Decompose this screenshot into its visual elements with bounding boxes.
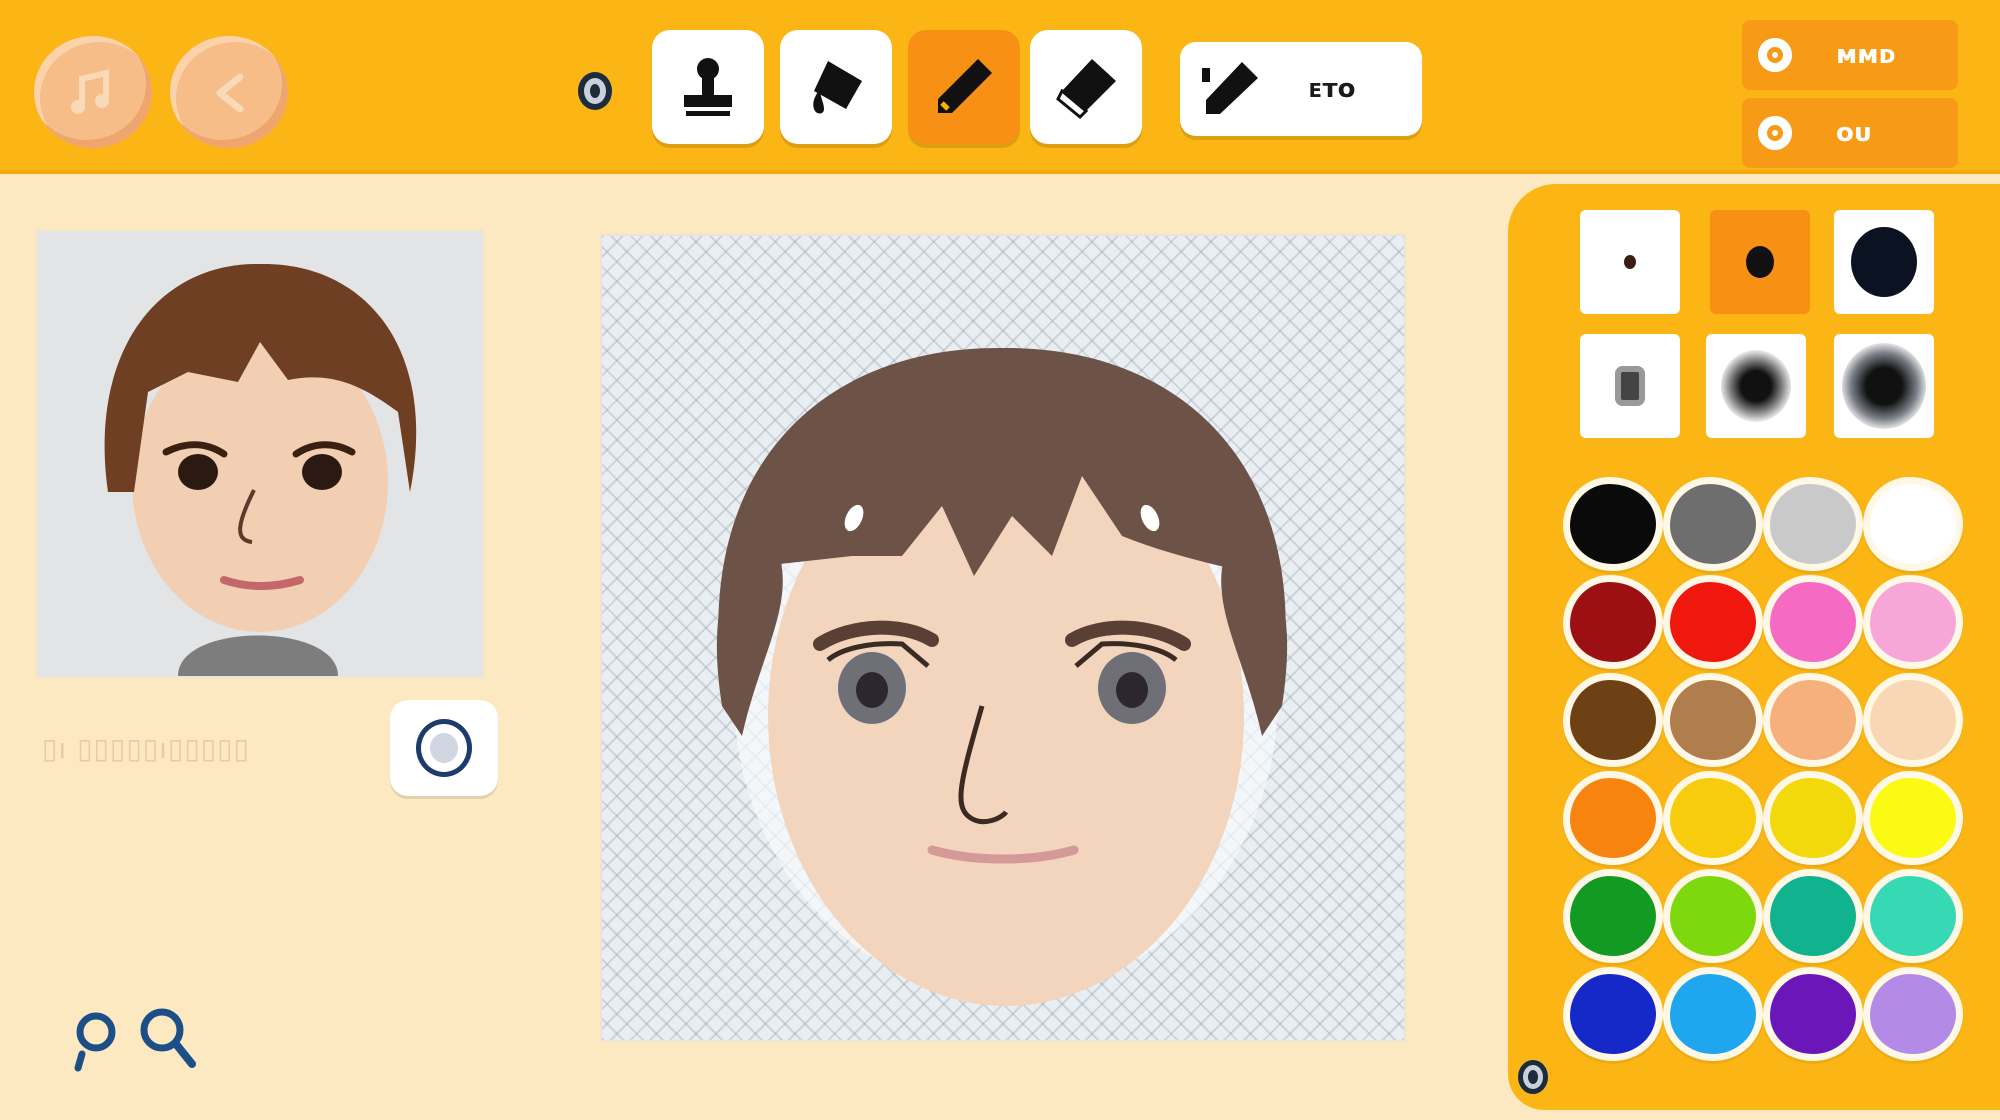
brush-size-small[interactable]	[1580, 210, 1680, 314]
avatar-preview	[36, 230, 484, 678]
rotate-view-button[interactable]	[390, 700, 498, 796]
color-swatch[interactable]	[1870, 582, 1956, 662]
brush-size-medium[interactable]	[1710, 210, 1810, 314]
zoom-in-icon[interactable]	[140, 1008, 196, 1068]
color-swatch[interactable]	[1670, 974, 1756, 1054]
pencil-tool-button[interactable]	[908, 30, 1020, 144]
preview-caption: ▯ı ▯▯▯▯▯ı▯▯▯▯▯	[42, 732, 250, 765]
eraser-tool-button[interactable]	[1030, 30, 1142, 144]
back-button[interactable]	[170, 36, 288, 148]
zoom-controls	[74, 1002, 204, 1078]
color-swatch[interactable]	[1870, 484, 1956, 564]
pen-icon	[1202, 62, 1258, 114]
color-swatch[interactable]	[1570, 680, 1656, 760]
color-swatch[interactable]	[1570, 582, 1656, 662]
color-swatch[interactable]	[1770, 778, 1856, 858]
brush-soft-large-icon	[1842, 343, 1926, 429]
eraser-icon	[1056, 59, 1116, 120]
color-swatch[interactable]	[1870, 680, 1956, 760]
pen-options-button[interactable]: ᴇᴛᴏ	[1180, 42, 1422, 136]
top-right-button-2[interactable]: ᴏᴜ	[1742, 98, 1958, 168]
tool-indicator-dot[interactable]	[578, 72, 612, 110]
stamp-icon	[684, 58, 732, 116]
color-swatch[interactable]	[1770, 876, 1856, 956]
color-swatch[interactable]	[1770, 680, 1856, 760]
radio-icon	[1758, 38, 1792, 72]
color-swatch[interactable]	[1670, 778, 1756, 858]
brush-size-soft-medium[interactable]	[1706, 334, 1806, 438]
color-swatch[interactable]	[1870, 876, 1956, 956]
page-indicator-dot[interactable]	[1518, 1060, 1548, 1094]
pencil-icon	[938, 59, 992, 113]
color-swatch[interactable]	[1770, 974, 1856, 1054]
color-swatch[interactable]	[1870, 778, 1956, 858]
top-right-button-1-label: ᴍᴍᴅ	[1836, 40, 1897, 70]
face-drawing	[716, 347, 1288, 1006]
top-right-button-2-label: ᴏᴜ	[1836, 118, 1871, 148]
brush-medium-icon	[1746, 246, 1774, 278]
color-swatch[interactable]	[1670, 876, 1756, 956]
color-swatch[interactable]	[1770, 484, 1856, 564]
brush-small-icon	[1624, 255, 1636, 269]
color-swatch[interactable]	[1670, 484, 1756, 564]
brush-square-icon	[1615, 366, 1645, 406]
drawing-canvas[interactable]	[600, 234, 1406, 1042]
brush-soft-medium-icon	[1721, 350, 1791, 422]
fill-tool-button[interactable]	[780, 30, 892, 144]
color-swatch[interactable]	[1570, 876, 1656, 956]
pen-options-label: ᴇᴛᴏ	[1308, 74, 1356, 104]
zoom-out-icon[interactable]	[74, 1012, 116, 1072]
color-swatch[interactable]	[1770, 582, 1856, 662]
music-note-button[interactable]	[34, 36, 152, 148]
back-arrow-icon	[216, 73, 244, 113]
top-toolbar: ᴇᴛᴏ ᴍᴍᴅ ᴏᴜ	[0, 0, 2000, 170]
avatar-preview-image	[104, 263, 417, 676]
color-swatch[interactable]	[1570, 778, 1656, 858]
color-palette-panel	[1508, 184, 2000, 1110]
color-swatch[interactable]	[1570, 974, 1656, 1054]
color-swatch[interactable]	[1570, 484, 1656, 564]
brush-size-large[interactable]	[1834, 210, 1934, 314]
paint-bucket-icon	[813, 61, 862, 114]
color-swatch[interactable]	[1870, 974, 1956, 1054]
music-note-icon	[71, 69, 109, 114]
color-swatch[interactable]	[1670, 680, 1756, 760]
brush-size-square[interactable]	[1580, 334, 1680, 438]
brush-large-icon	[1851, 227, 1917, 297]
top-right-button-1[interactable]: ᴍᴍᴅ	[1742, 20, 1958, 90]
stamp-tool-button[interactable]	[652, 30, 764, 144]
radio-icon	[1758, 116, 1792, 150]
color-swatch[interactable]	[1670, 582, 1756, 662]
brush-size-soft-large[interactable]	[1834, 334, 1934, 438]
rotate-icon	[416, 719, 472, 777]
